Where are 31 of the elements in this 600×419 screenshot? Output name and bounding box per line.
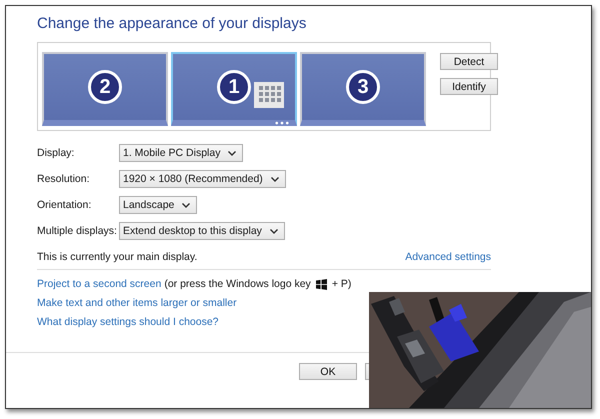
dropdown[interactable]: Landscape [119,196,198,214]
monitor-tile[interactable]: 1 [171,52,297,126]
shortcut-hint: (or press the Windows logo key [164,278,311,290]
dropdown[interactable]: Extend desktop to this display [119,222,285,240]
windows-logo-icon [316,278,327,290]
panel-button[interactable]: Identify [440,78,498,95]
advanced-settings-link[interactable]: Advanced settings [405,251,491,263]
display-number: 3 [346,70,380,104]
dropdown[interactable]: 1. Mobile PC Display [119,144,244,162]
shortcut-hint: + P) [332,278,352,290]
help-link[interactable]: Make text and other items larger or smaller [37,297,237,309]
monitor-tile[interactable]: 3 [300,52,426,126]
project-link[interactable]: Project to a second screen [37,278,162,290]
ok-button[interactable]: OK [299,363,357,380]
dropdown[interactable]: 1920 × 1080 (Recommended) [119,170,286,188]
setting-label: Display: [37,147,76,159]
display-number: 2 [88,70,122,104]
more-dots-icon [275,121,289,125]
chevron-icon [228,150,236,156]
chevron-icon [182,202,190,208]
setting-label: Resolution: [37,173,91,185]
chevron-icon [270,176,279,182]
monitor-tile[interactable]: 2 [42,52,168,126]
help-link[interactable]: What display settings should I choose? [37,316,219,328]
setting-label: Orientation: [37,199,92,211]
panel-button[interactable]: Detect [440,53,498,70]
main-display-note: This is currently your main display. [37,251,198,263]
chevron-icon [270,228,278,234]
display-number: 1 [217,70,251,104]
page-title: Change the appearance of your displays [37,15,308,32]
setting-label: Multiple displays: [37,225,118,237]
